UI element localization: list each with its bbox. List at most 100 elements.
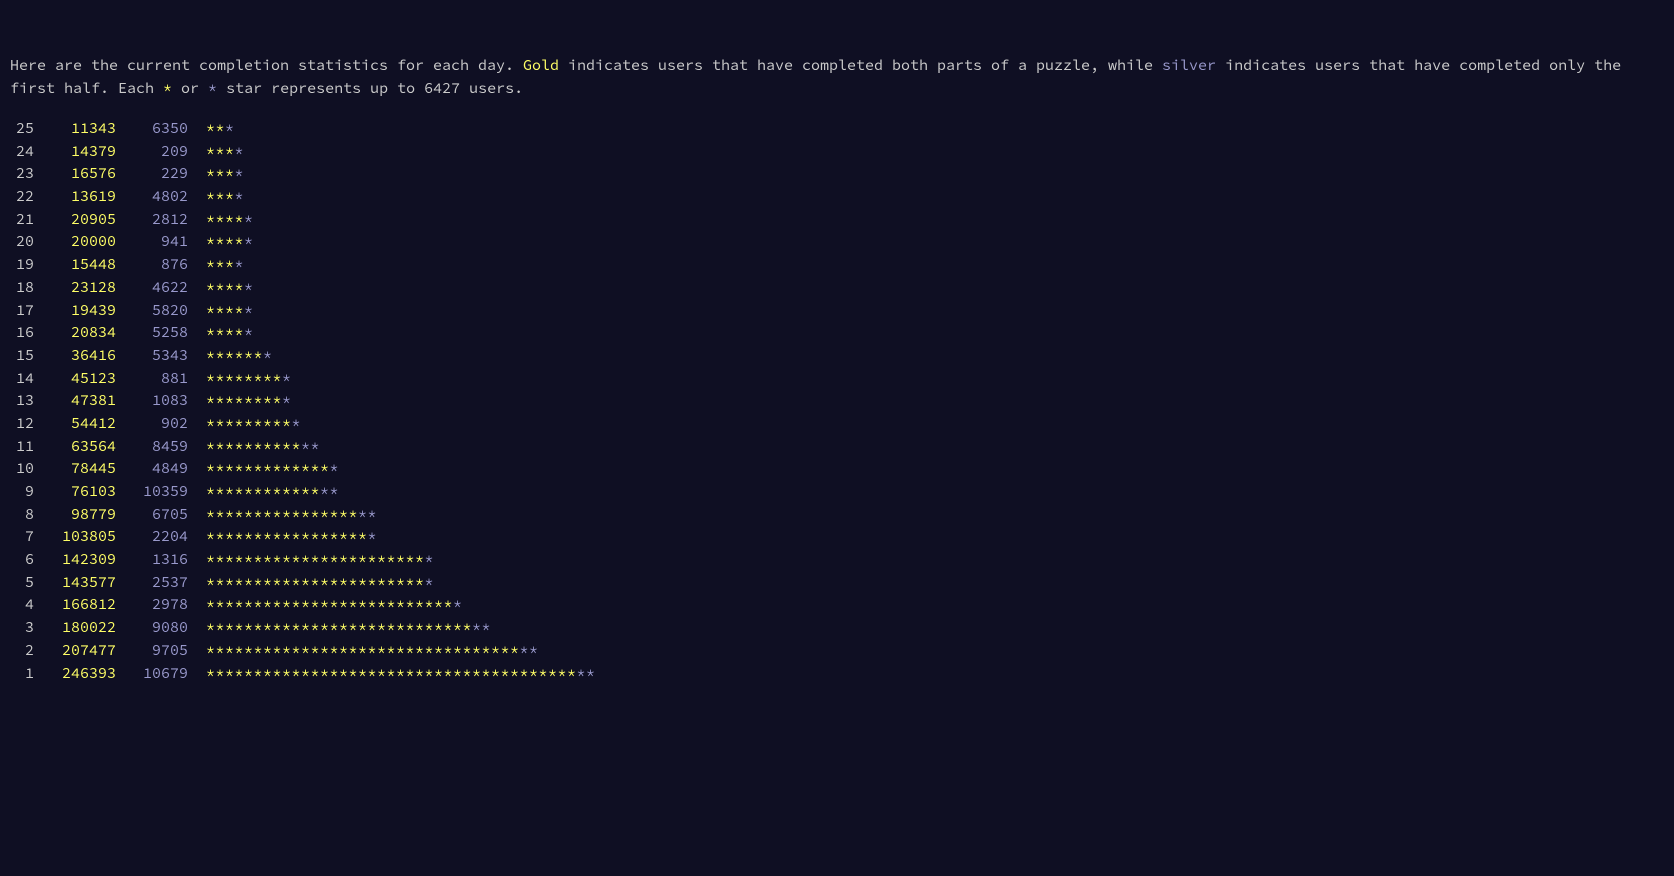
stats-row[interactable]: 22 13619 4802**** xyxy=(10,186,1660,209)
gold-count: 47381 xyxy=(34,390,116,413)
silver-stars: * xyxy=(453,595,463,614)
stats-row[interactable]: 2 207477 9705***************************… xyxy=(10,640,1660,663)
stats-row[interactable]: 19 15448 876**** xyxy=(10,254,1660,277)
silver-stars: * xyxy=(282,391,292,410)
silver-stars: * xyxy=(368,527,378,546)
day-number: 17 xyxy=(10,300,34,323)
day-number: 5 xyxy=(10,572,34,595)
silver-count: 8459 xyxy=(116,436,188,459)
gold-count: 63564 xyxy=(34,436,116,459)
silver-count: 209 xyxy=(116,141,188,164)
star-bar: ************** xyxy=(188,481,339,504)
gold-count: 246393 xyxy=(34,663,116,686)
stats-row[interactable]: 21 20905 2812***** xyxy=(10,209,1660,232)
star-bar: ****************** xyxy=(188,526,377,549)
star-bar: ************ xyxy=(188,436,320,459)
gold-stars: **** xyxy=(206,278,244,297)
day-number: 6 xyxy=(10,549,34,572)
day-number: 1 xyxy=(10,663,34,686)
silver-stars: * xyxy=(330,459,340,478)
stats-row[interactable]: 7 103805 2204****************** xyxy=(10,526,1660,549)
stats-row[interactable]: 11 63564 8459************ xyxy=(10,436,1660,459)
stats-row[interactable]: 18 23128 4622***** xyxy=(10,277,1660,300)
silver-stars: * xyxy=(225,119,235,138)
day-number: 15 xyxy=(10,345,34,368)
silver-count: 5258 xyxy=(116,322,188,345)
silver-stars: * xyxy=(244,323,254,342)
star-bar: *************************** xyxy=(188,594,463,617)
silver-count: 10679 xyxy=(116,663,188,686)
stats-row[interactable]: 15 36416 5343******* xyxy=(10,345,1660,368)
day-number: 3 xyxy=(10,617,34,640)
silver-count: 4802 xyxy=(116,186,188,209)
stats-row[interactable]: 20 20000 941***** xyxy=(10,231,1660,254)
gold-count: 20000 xyxy=(34,231,116,254)
silver-stars: ** xyxy=(577,664,596,683)
silver-stars: ** xyxy=(358,505,377,524)
silver-stars: * xyxy=(282,369,292,388)
day-number: 22 xyxy=(10,186,34,209)
stats-chart: 25 11343 6350***24 14379 209****23 16576… xyxy=(10,118,1660,685)
stats-row[interactable]: 13 47381 1083********* xyxy=(10,390,1660,413)
silver-stars: * xyxy=(425,573,435,592)
stats-row[interactable]: 17 19439 5820***** xyxy=(10,300,1660,323)
stats-row[interactable]: 10 78445 4849************** xyxy=(10,458,1660,481)
stats-row[interactable]: 6 142309 1316************************ xyxy=(10,549,1660,572)
silver-count: 10359 xyxy=(116,481,188,504)
silver-stars: * xyxy=(263,346,273,365)
day-number: 24 xyxy=(10,141,34,164)
star-bar: **** xyxy=(188,186,244,209)
day-number: 11 xyxy=(10,436,34,459)
silver-stars: * xyxy=(425,550,435,569)
day-number: 25 xyxy=(10,118,34,141)
gold-stars: *** xyxy=(206,255,235,274)
gold-stars: **** xyxy=(206,301,244,320)
day-number: 10 xyxy=(10,458,34,481)
day-number: 23 xyxy=(10,163,34,186)
gold-stars: *********************** xyxy=(206,573,425,592)
stats-row[interactable]: 23 16576 229**** xyxy=(10,163,1660,186)
silver-stars: * xyxy=(244,232,254,251)
star-bar: ****************** xyxy=(188,504,377,527)
gold-stars: *************************************** xyxy=(206,664,577,683)
silver-stars: * xyxy=(235,255,245,274)
gold-count: 54412 xyxy=(34,413,116,436)
silver-count: 4622 xyxy=(116,277,188,300)
stats-row[interactable]: 12 54412 902********** xyxy=(10,413,1660,436)
gold-stars: ******** xyxy=(206,391,282,410)
stats-row[interactable]: 14 45123 881********* xyxy=(10,368,1660,391)
silver-count: 2812 xyxy=(116,209,188,232)
gold-count: 15448 xyxy=(34,254,116,277)
stats-row[interactable]: 1 246393 10679 **************************… xyxy=(10,663,1660,686)
silver-stars: * xyxy=(244,301,254,320)
stats-row[interactable]: 8 98779 6705****************** xyxy=(10,504,1660,527)
stats-row[interactable]: 25 11343 6350*** xyxy=(10,118,1660,141)
stats-row[interactable]: 9 76103 10359************** xyxy=(10,481,1660,504)
stats-row[interactable]: 3 180022 9080***************************… xyxy=(10,617,1660,640)
gold-stars: **************** xyxy=(206,505,358,524)
gold-stars: *** xyxy=(206,187,235,206)
gold-count: 19439 xyxy=(34,300,116,323)
silver-count: 9080 xyxy=(116,617,188,640)
day-number: 2 xyxy=(10,640,34,663)
day-number: 4 xyxy=(10,594,34,617)
gold-count: 143577 xyxy=(34,572,116,595)
gold-stars: ********* xyxy=(206,414,292,433)
intro-text-4: or xyxy=(172,79,208,98)
silver-count: 881 xyxy=(116,368,188,391)
gold-stars: ** xyxy=(206,119,225,138)
day-number: 13 xyxy=(10,390,34,413)
stats-row[interactable]: 24 14379 209**** xyxy=(10,141,1660,164)
silver-count: 2537 xyxy=(116,572,188,595)
silver-stars: ** xyxy=(472,618,491,637)
gold-stars: ************************** xyxy=(206,595,453,614)
silver-count: 6350 xyxy=(116,118,188,141)
stats-row[interactable]: 16 20834 5258***** xyxy=(10,322,1660,345)
gold-stars: *** xyxy=(206,142,235,161)
stats-row[interactable]: 5 143577 2537 ************************ xyxy=(10,572,1660,595)
silver-stars: * xyxy=(244,278,254,297)
stats-row[interactable]: 4 166812 2978*************************** xyxy=(10,594,1660,617)
gold-stars: **** xyxy=(206,232,244,251)
star-bar: ********* xyxy=(188,368,292,391)
silver-count: 5343 xyxy=(116,345,188,368)
